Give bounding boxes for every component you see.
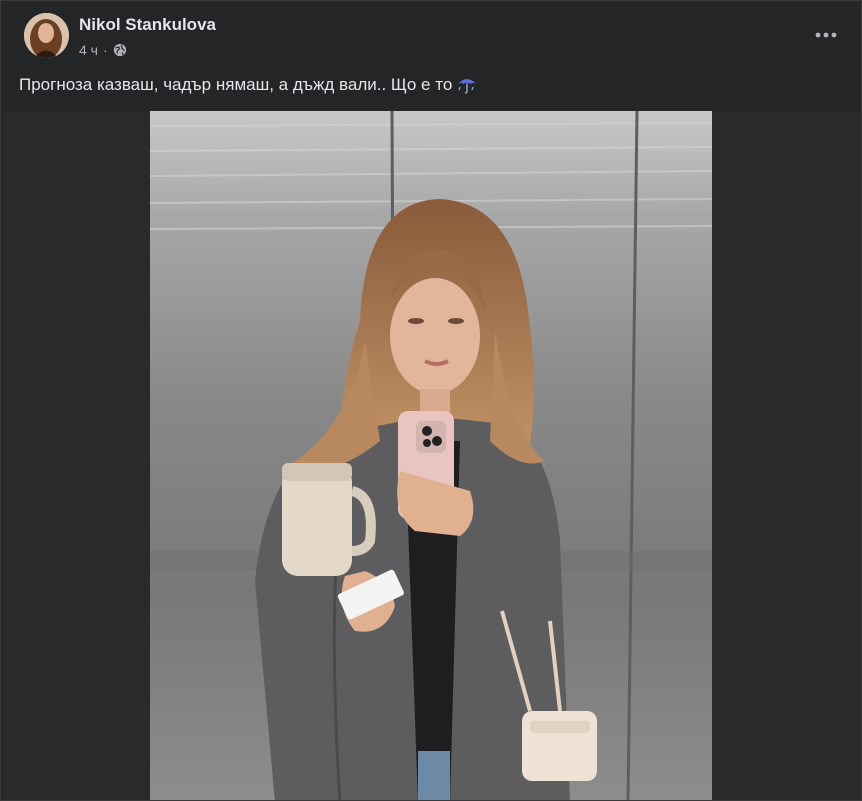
caption-text: Прогноза казваш, чадър нямаш, а дъжд вал…: [19, 75, 453, 94]
author-name[interactable]: Nikol Stankulova: [79, 15, 216, 35]
facebook-post: Nikol Stankulova 4 ч · Прогноза казваш, …: [0, 0, 862, 801]
more-options-icon: [815, 32, 837, 38]
elevator-selfie-image: [150, 111, 712, 800]
more-options-button[interactable]: [811, 21, 841, 49]
post-photo[interactable]: [150, 111, 712, 800]
post-media[interactable]: [3, 111, 861, 800]
post-meta: 4 ч ·: [79, 41, 127, 59]
post-header: Nikol Stankulova 4 ч ·: [1, 1, 861, 65]
globe-icon[interactable]: [113, 43, 127, 57]
avatar-image: [24, 13, 69, 58]
post-time[interactable]: 4 ч: [79, 42, 98, 58]
author-avatar[interactable]: [24, 13, 69, 58]
umbrella-with-rain-icon: [458, 79, 477, 94]
post-caption: Прогноза казваш, чадър нямаш, а дъжд вал…: [19, 75, 478, 95]
dot-separator: ·: [102, 42, 108, 58]
